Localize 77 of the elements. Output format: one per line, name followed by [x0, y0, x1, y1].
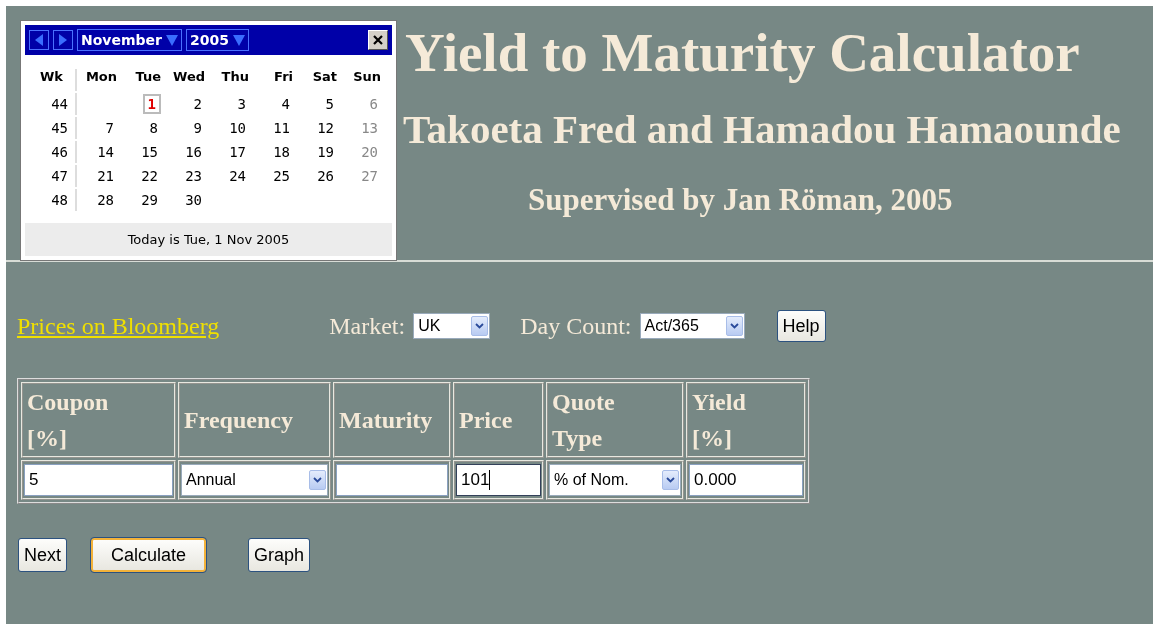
week-header: Wk	[40, 69, 63, 84]
calendar-day[interactable]: 28	[94, 192, 117, 208]
calendar-day[interactable]: 9	[190, 120, 205, 136]
week-number: 45	[50, 120, 69, 136]
month-dropdown[interactable]: November	[77, 29, 182, 51]
week-number: 44	[50, 96, 69, 112]
text-field[interactable]	[336, 464, 448, 496]
calendar-day[interactable]: 3	[234, 96, 249, 112]
text-field[interactable]: 101	[456, 464, 541, 496]
calendar-day[interactable]: 27	[358, 168, 381, 184]
column-header: Price	[453, 382, 544, 458]
weekday-header: Thu	[221, 69, 249, 84]
calendar-day[interactable]: 22	[138, 168, 161, 184]
column-header: Frequency	[178, 382, 331, 458]
dropdown[interactable]: % of Nom.	[549, 464, 681, 496]
next-month-button[interactable]	[53, 30, 73, 50]
right-triangle-icon	[58, 34, 68, 46]
calendar-day[interactable]: 16	[182, 144, 205, 160]
calendar-day[interactable]: 5	[322, 96, 337, 112]
weekday-header: Fri	[274, 69, 293, 84]
calendar-day[interactable]: 14	[94, 144, 117, 160]
weekday-header: Sun	[353, 69, 381, 84]
day-count-label: Day Count:	[520, 312, 632, 340]
calendar-day[interactable]: 29	[138, 192, 161, 208]
calendar-day[interactable]: 1	[142, 94, 161, 114]
column-header: Maturity	[333, 382, 451, 458]
text-field[interactable]: 0.000	[689, 464, 803, 496]
week-number: 48	[50, 192, 69, 208]
year-dropdown[interactable]: 2005	[185, 29, 249, 51]
close-button[interactable]	[368, 30, 388, 50]
calendar-day[interactable]: 13	[358, 120, 381, 136]
close-icon	[372, 34, 384, 46]
column-header: Yield [%]	[686, 382, 806, 458]
today-label: Today is Tue, 1 Nov 2005	[25, 223, 392, 256]
dropdown[interactable]: Annual	[181, 464, 328, 496]
column-header: Quote Type	[546, 382, 684, 458]
calendar-day[interactable]: 15	[138, 144, 161, 160]
weekday-header: Sat	[312, 69, 337, 84]
calendar-day[interactable]: 17	[226, 144, 249, 160]
calendar-day[interactable]: 7	[102, 120, 117, 136]
calendar-day[interactable]: 6	[366, 96, 381, 112]
calendar-day[interactable]: 12	[314, 120, 337, 136]
calendar-day[interactable]: 23	[182, 168, 205, 184]
next-button[interactable]: Next	[18, 538, 67, 572]
authors-heading: Takoeta Fred and Hamadou Hamaounde	[402, 106, 1122, 152]
page-title: Yield to Maturity Calculator	[404, 21, 1081, 85]
calendar-day[interactable]: 4	[278, 96, 293, 112]
text-field[interactable]: 5	[24, 464, 173, 496]
calendar-day[interactable]: 8	[146, 120, 161, 136]
weekday-header: Mon	[85, 69, 117, 84]
calendar-day[interactable]: 18	[270, 144, 293, 160]
weekday-header: Tue	[135, 69, 161, 84]
week-number: 47	[50, 168, 69, 184]
market-label: Market:	[329, 312, 406, 340]
calendar-day[interactable]: 11	[270, 120, 293, 136]
calendar-day[interactable]: 24	[226, 168, 249, 184]
calendar-day[interactable]: 25	[270, 168, 293, 184]
calendar-day[interactable]: 30	[182, 192, 205, 208]
calendar-day[interactable]: 19	[314, 144, 337, 160]
calendar-day[interactable]: 20	[358, 144, 381, 160]
supervisor-heading: Supervised by Jan Röman, 2005	[527, 182, 954, 218]
down-triangle-icon	[232, 34, 245, 46]
left-triangle-icon	[34, 34, 44, 46]
weekday-header: Wed	[173, 69, 205, 84]
day-count-dropdown[interactable]: Act/365	[639, 313, 745, 339]
market-dropdown[interactable]: UK	[413, 313, 491, 339]
calendar-day[interactable]: 21	[94, 168, 117, 184]
graph-button[interactable]: Graph	[248, 538, 311, 572]
calculate-button[interactable]: Calculate	[91, 538, 207, 572]
down-triangle-icon	[165, 34, 178, 46]
help-button[interactable]: Help	[776, 310, 826, 342]
calendar-day[interactable]: 2	[190, 96, 205, 112]
calendar-day[interactable]: 10	[226, 120, 249, 136]
previous-month-button[interactable]	[29, 30, 49, 50]
week-number: 46	[50, 144, 69, 160]
calendar-day[interactable]: 26	[314, 168, 337, 184]
column-header: Coupon [%]	[21, 382, 176, 458]
